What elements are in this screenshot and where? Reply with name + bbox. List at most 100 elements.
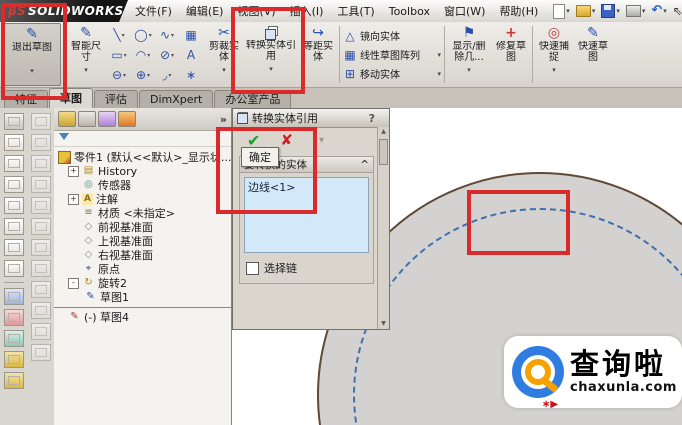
rectangle-tool[interactable]: ▭ ▾ [107, 45, 131, 65]
tab-office-products[interactable]: 办公室产品 [214, 90, 292, 108]
move-entities-button[interactable]: ⊞ 移动实体 ▾ [343, 65, 441, 82]
screen-capture-icon[interactable] [3, 330, 24, 347]
configuration-manager-tab-icon[interactable] [98, 111, 116, 127]
line-tool[interactable]: ╲ ▾ [107, 25, 131, 45]
dropdown-arrow-icon[interactable]: ▾ [269, 64, 273, 75]
dropdown-arrow-icon[interactable]: ▾ [147, 72, 150, 79]
trim-entities-button[interactable]: ✂ 剪裁实体 ▾ [206, 23, 242, 86]
dropdown-arrow-icon[interactable]: ▾ [552, 65, 556, 76]
tree-item-right-plane[interactable]: ◇ 右视基准面 [54, 248, 231, 262]
dropdown-arrow-icon[interactable]: ▾ [124, 52, 127, 59]
tab-evaluate[interactable]: 评估 [94, 90, 138, 108]
tree-item-history[interactable]: + ▤ History [54, 164, 231, 178]
assembly-tool-icon[interactable] [3, 372, 24, 389]
convert-entities-button[interactable]: 转换实体引用 ▾ [245, 23, 297, 86]
menu-tools[interactable]: 工具(T) [330, 1, 381, 22]
filter-icon[interactable] [59, 132, 69, 145]
expand-toggle[interactable]: + [68, 193, 79, 205]
dropdown-arrow-icon[interactable]: ▾ [437, 51, 441, 59]
open-file-button[interactable]: ▾ [574, 5, 598, 17]
dropdown-arrow-icon[interactable]: ▾ [149, 32, 152, 39]
print-button[interactable]: ▾ [624, 5, 648, 17]
dropdown-arrow-icon[interactable]: ▾ [467, 65, 471, 76]
dropdown-arrow-icon[interactable]: ▾ [222, 65, 226, 76]
menu-view[interactable]: 视图(V) [230, 1, 282, 22]
tree-root-part[interactable]: 零件1 (默认<<默认>_显示状... [54, 150, 231, 164]
right-view-icon[interactable] [3, 197, 24, 214]
point-tool[interactable]: ⊕ ▾ [131, 65, 155, 85]
back-view-icon[interactable] [3, 155, 24, 172]
dropdown-arrow-icon[interactable]: ▾ [566, 7, 570, 15]
tab-dimxpert[interactable]: DimXpert [139, 90, 214, 108]
tree-item-front-plane[interactable]: ◇ 前视基准面 [54, 220, 231, 234]
menu-help[interactable]: 帮助(H) [492, 1, 545, 22]
circle-tool[interactable]: ◯ ▾ [131, 25, 155, 45]
bottom-view-icon[interactable] [3, 239, 24, 256]
dropdown-arrow-icon[interactable]: ▾ [642, 7, 646, 15]
dropdown-arrow-icon[interactable]: ▾ [663, 7, 667, 15]
property-manager-tab-icon[interactable] [78, 111, 96, 127]
feature-tree-tab-icon[interactable] [58, 111, 76, 127]
tree-item-sketch4[interactable]: ✎ (-) 草图4 [54, 310, 231, 324]
slot-tool[interactable]: ⊖ ▾ [107, 65, 131, 85]
menu-window[interactable]: 窗口(W) [437, 1, 492, 22]
dropdown-arrow-icon[interactable]: ▾ [122, 32, 125, 39]
construction-geometry-tool[interactable]: ∗ [179, 65, 203, 85]
scrollbar-thumb[interactable] [379, 139, 388, 165]
linear-pattern-button[interactable]: ▦ 线性草图阵列 ▾ [343, 46, 441, 63]
dropdown-arrow-icon[interactable]: ▾ [171, 32, 174, 39]
scroll-up-icon[interactable]: ▲ [378, 127, 389, 137]
shaded-view-icon[interactable] [3, 113, 24, 130]
collapse-icon[interactable]: ^ [360, 159, 369, 171]
chevron-double-icon[interactable]: » [220, 113, 227, 126]
dropdown-arrow-icon[interactable]: ▾ [616, 7, 620, 15]
spline-tool[interactable]: ∿ ▾ [155, 25, 179, 45]
select-chain-checkbox[interactable] [246, 261, 259, 275]
help-icon[interactable]: ? [369, 112, 375, 125]
isometric-view-icon[interactable] [3, 260, 24, 277]
sketch-picture-tool[interactable]: ▦ [179, 25, 203, 45]
fillet-tool[interactable]: ◞ ▾ [155, 65, 179, 85]
tree-item-annotations[interactable]: + A 注解 [54, 192, 231, 206]
panel-scrollbar[interactable]: ▲ ▼ [377, 127, 389, 329]
dropdown-arrow-icon[interactable]: ▾ [592, 7, 596, 15]
selection-listbox[interactable]: 边线<1> [244, 177, 369, 253]
save-button[interactable]: ▾ [599, 4, 622, 18]
dropdown-arrow-icon[interactable]: ▾ [171, 52, 174, 59]
quick-snaps-button[interactable]: ◎ 快速捕捉 ▾ [536, 23, 572, 86]
dropdown-arrow-icon[interactable]: ▾ [84, 65, 88, 76]
text-tool[interactable]: A [179, 45, 203, 65]
front-view-icon[interactable] [3, 134, 24, 151]
menu-toolbox[interactable]: Toolbox [382, 1, 437, 22]
display-delete-relations-button[interactable]: ⚑ 显示/删除几... ▾ [448, 23, 490, 86]
arc-tool[interactable]: ◠ ▾ [131, 45, 155, 65]
rapid-sketch-button[interactable]: ✎ 快速草图 [575, 23, 611, 86]
new-file-button[interactable]: ▾ [551, 3, 572, 19]
menu-edit[interactable]: 编辑(E) [179, 1, 231, 22]
tree-item-top-plane[interactable]: ◇ 上视基准面 [54, 234, 231, 248]
sketch-tool-icon[interactable] [3, 288, 24, 305]
select-tool-button[interactable]: ⇖ [671, 5, 682, 17]
menu-insert[interactable]: 插入(I) [283, 1, 331, 22]
tree-item-material[interactable]: ≡ 材质 <未指定> [54, 206, 231, 220]
tab-sketch[interactable]: 草图 [49, 88, 93, 108]
left-view-icon[interactable] [3, 176, 24, 193]
dropdown-arrow-icon[interactable]: ▾ [147, 52, 150, 59]
expand-toggle[interactable]: + [68, 165, 79, 177]
tree-item-origin[interactable]: ⌖ 原点 [54, 262, 231, 276]
repair-sketch-button[interactable]: + 修复草图 [493, 23, 529, 86]
repair-tool-icon[interactable] [3, 309, 24, 326]
cancel-button[interactable]: ✘ [280, 131, 293, 149]
tab-features[interactable]: 特征 [4, 90, 48, 108]
ellipse-tool[interactable]: ⊘ ▾ [155, 45, 179, 65]
scroll-down-icon[interactable]: ▼ [378, 319, 389, 329]
part-tool-icon[interactable] [3, 351, 24, 368]
offset-entities-button[interactable]: ↪ 等距实体 [300, 23, 336, 86]
menu-file[interactable]: 文件(F) [128, 1, 179, 22]
undo-button[interactable]: ↶ ▾ [649, 4, 668, 17]
top-view-icon[interactable] [3, 218, 24, 235]
mirror-entities-button[interactable]: △ 镜向实体 [343, 27, 441, 44]
expand-toggle[interactable]: - [68, 277, 79, 289]
tree-item-revolve2[interactable]: - ↻ 旋转2 [54, 276, 231, 290]
smart-dimension-button[interactable]: ✎ 智能尺寸 ▾ [68, 23, 104, 86]
